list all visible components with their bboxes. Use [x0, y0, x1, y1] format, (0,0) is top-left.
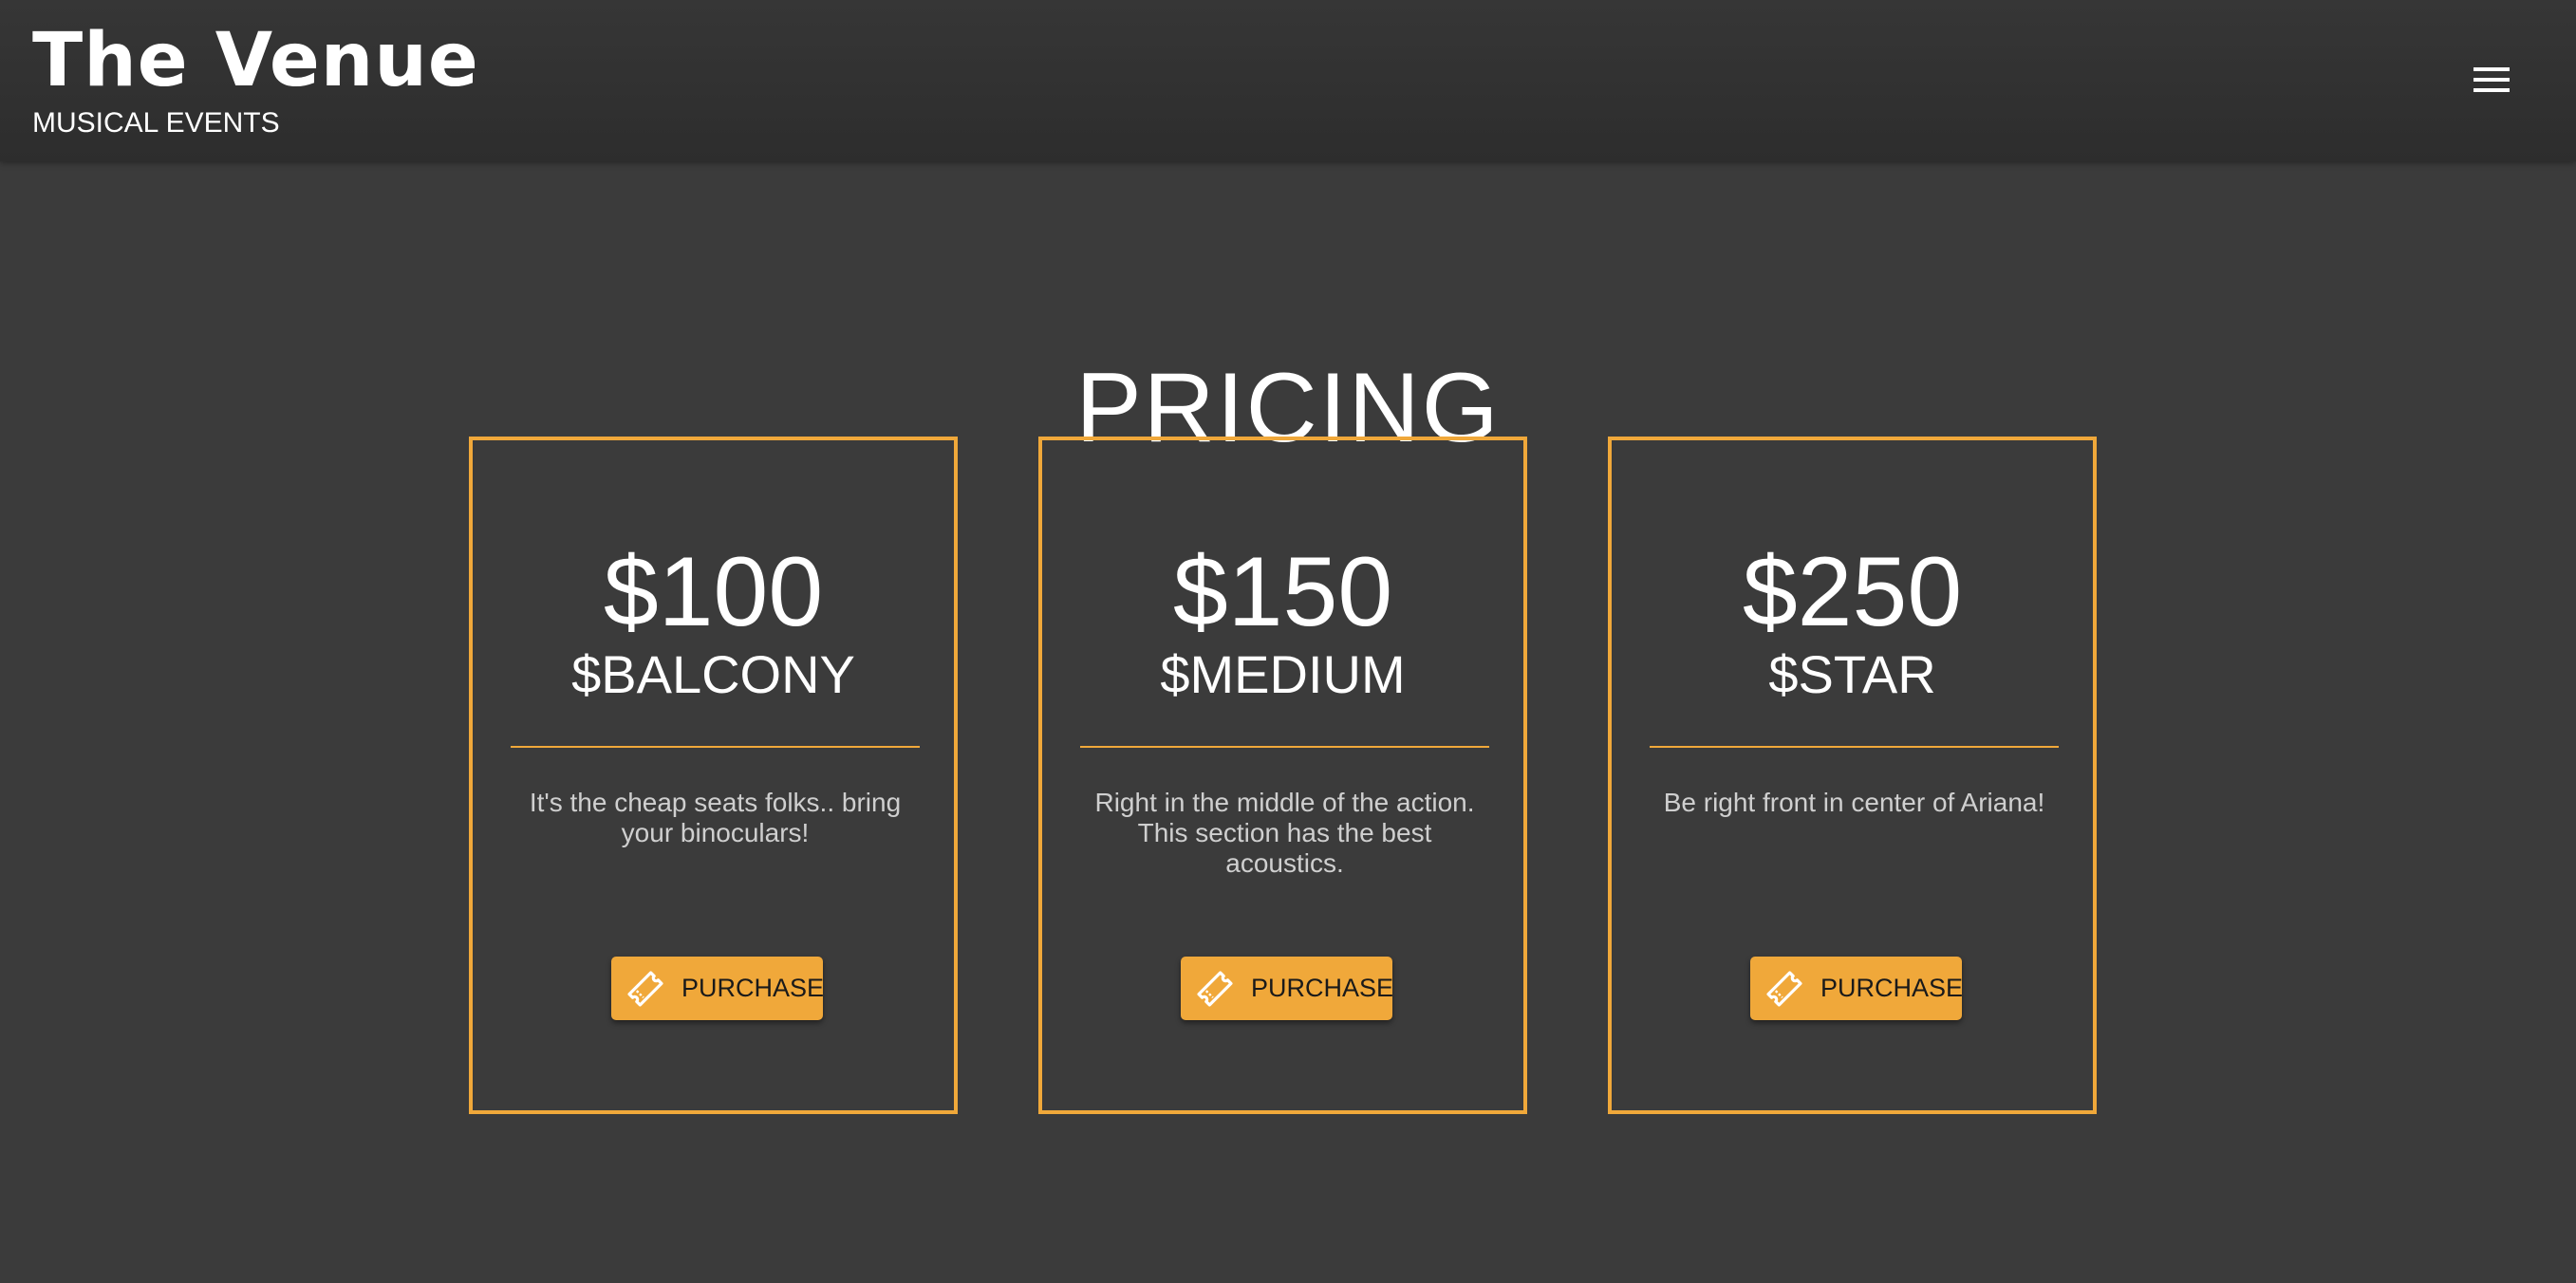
ticket-icon	[1194, 968, 1236, 1010]
purchase-button-star[interactable]: PURCHASE	[1750, 957, 1964, 1020]
card-divider	[1650, 746, 2059, 748]
card-price: $150	[1172, 537, 1393, 647]
pricing-card-balcony: $100 $BALCONY It's the cheap seats folks…	[469, 437, 958, 1114]
purchase-label: PURCHASE	[681, 974, 825, 1002]
card-divider	[1080, 746, 1489, 748]
menu-bar-middle	[2473, 78, 2510, 82]
hamburger-menu-icon[interactable]	[2458, 55, 2525, 104]
card-price: $100	[603, 537, 824, 647]
ticket-icon	[1764, 968, 1805, 1010]
purchase-label: PURCHASE	[1820, 974, 1964, 1002]
card-divider	[511, 746, 920, 748]
card-description: Right in the middle of the action. This …	[1094, 788, 1475, 878]
card-tier: $STAR	[1768, 644, 1936, 704]
menu-bar-bottom	[2473, 88, 2510, 92]
card-description: Be right front in center of Ariana!	[1663, 788, 2045, 817]
ticket-icon	[625, 968, 666, 1010]
card-price: $250	[1742, 537, 1963, 647]
site-title[interactable]: The Venue	[32, 15, 479, 106]
purchase-button-balcony[interactable]: PURCHASE	[611, 957, 825, 1020]
purchase-label: PURCHASE	[1251, 974, 1394, 1002]
card-tier: $BALCONY	[571, 644, 855, 704]
card-description: It's the cheap seats folks.. bring your …	[529, 788, 902, 847]
purchase-button-medium[interactable]: PURCHASE	[1181, 957, 1394, 1020]
site-header: The Venue MUSICAL EVENTS	[0, 0, 2576, 161]
menu-bar-top	[2473, 67, 2510, 71]
pricing-card-medium: $150 $MEDIUM Right in the middle of the …	[1038, 437, 1527, 1114]
site-subtitle: MUSICAL EVENTS	[32, 107, 280, 139]
card-tier: $MEDIUM	[1160, 644, 1406, 704]
pricing-card-star: $250 $STAR Be right front in center of A…	[1608, 437, 2097, 1114]
